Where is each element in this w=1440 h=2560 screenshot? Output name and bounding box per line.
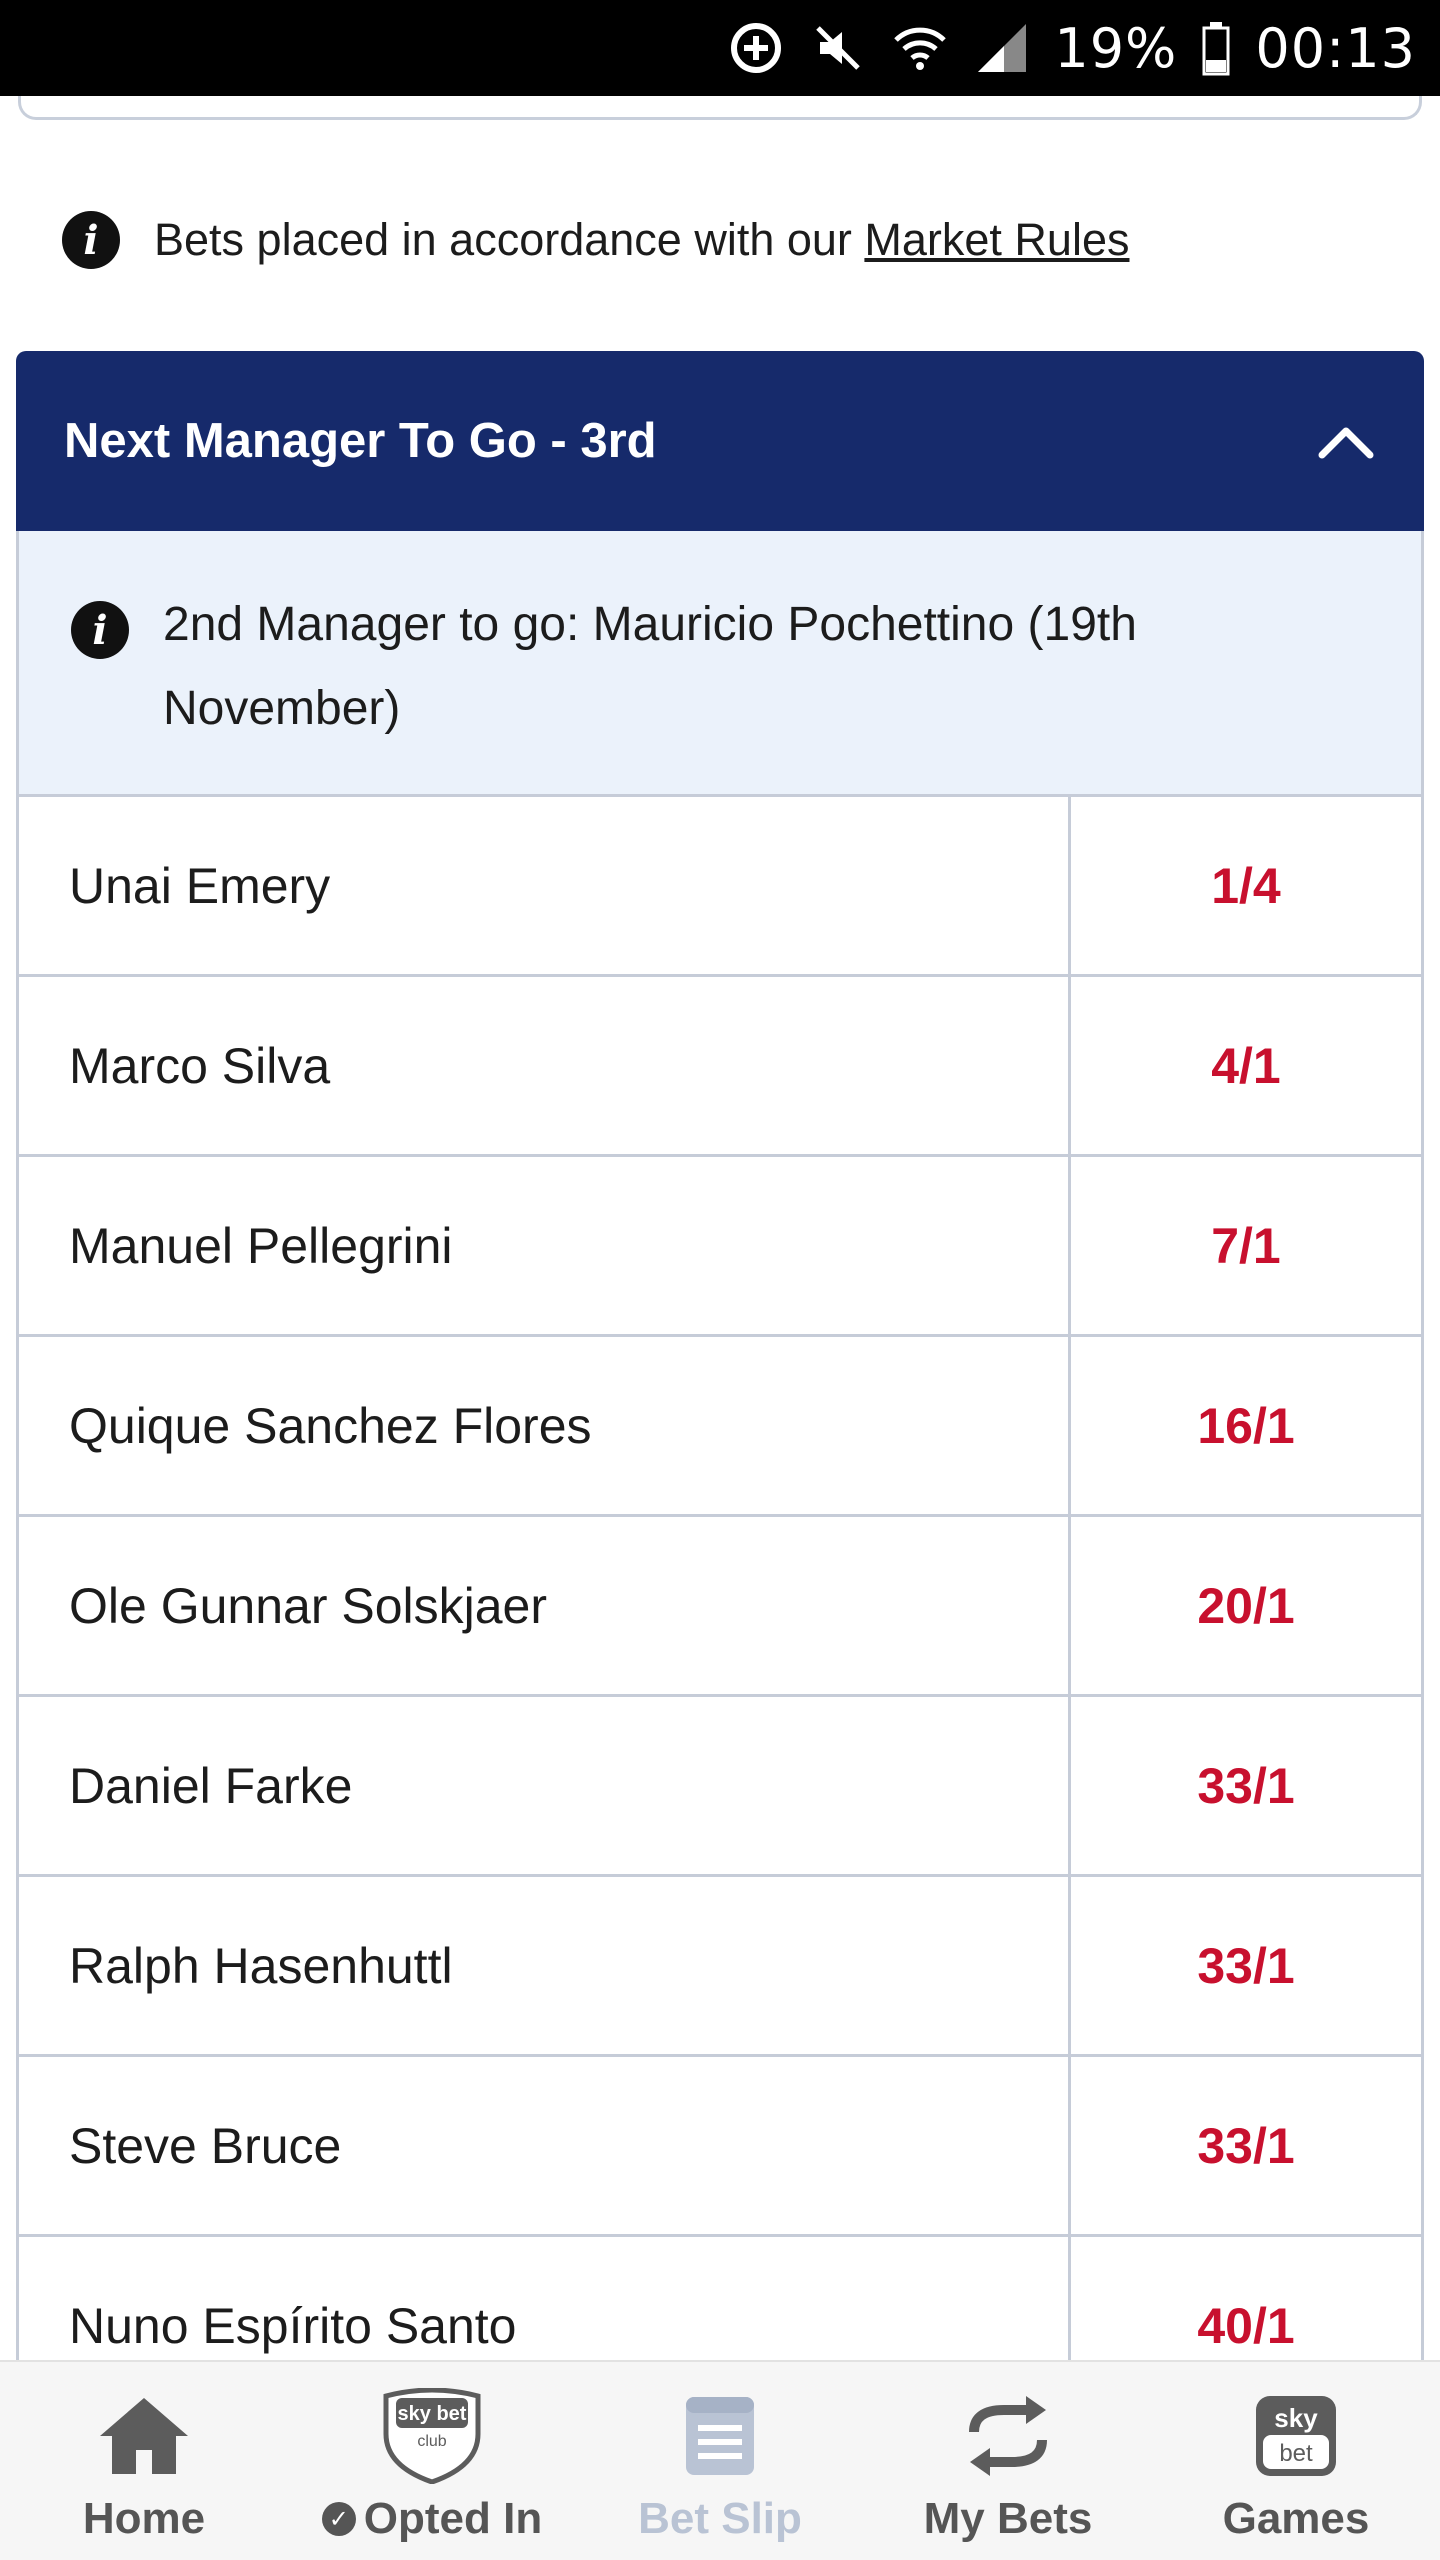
games-badge-top: sky [1274,2403,1318,2433]
bet-slip-icon [665,2386,775,2486]
market-rules-info: i Bets placed in accordance with our Mar… [62,205,1129,275]
selection-row: Unai Emery 1/4 [16,797,1424,977]
nav-home[interactable]: Home [0,2362,288,2560]
selection-name: Marco Silva [19,977,1071,1154]
status-icons: 19% 00:13 [726,0,1416,96]
chevron-up-icon[interactable] [1316,411,1376,471]
club-badge-top: sky bet [398,2403,467,2425]
selection-row: Ralph Hasenhuttl 33/1 [16,1877,1424,2057]
opted-in-text: Opted In [363,2494,543,2543]
market-note: i 2nd Manager to go: Mauricio Pochettino… [16,531,1424,797]
info-icon: i [62,211,120,269]
odds-button[interactable]: 16/1 [1071,1337,1421,1514]
market-rules-prefix: Bets placed in accordance with our [154,214,865,265]
market-title: Next Manager To Go - 3rd [64,414,657,468]
sky-bet-games-icon: sky bet [1241,2386,1351,2486]
status-bar: 19% 00:13 [0,0,1440,96]
nav-games-label: Games [1222,2494,1370,2543]
market-note-text: 2nd Manager to go: Mauricio Pochettino (… [163,598,1137,735]
nav-mybets-label: My Bets [923,2494,1093,2543]
battery-percent: 19% [1054,16,1178,80]
previous-card-edge [18,96,1422,120]
odds-button[interactable]: 4/1 [1071,977,1421,1154]
odds-button[interactable]: 33/1 [1071,1697,1421,1874]
selection-row: Marco Silva 4/1 [16,977,1424,1157]
data-saver-icon [726,18,786,78]
selection-name: Ole Gunnar Solskjaer [19,1517,1071,1694]
odds-button[interactable]: 7/1 [1071,1157,1421,1334]
battery-icon [1199,18,1233,78]
selection-name: Steve Bruce [19,2057,1071,2234]
market-rules-text: Bets placed in accordance with our Marke… [154,214,1129,266]
bottom-nav: Home sky bet club ✓ Opted In Bet Slip My… [0,2360,1440,2560]
club-badge-bottom: club [417,2433,446,2450]
market-header[interactable]: Next Manager To Go - 3rd [16,351,1424,531]
sky-bet-club-icon: sky bet club [377,2386,487,2486]
nav-home-label: Home [82,2494,206,2543]
odds-button[interactable]: 33/1 [1071,1877,1421,2054]
nav-club-label: ✓ Opted In [321,2494,543,2544]
odds-table: Unai Emery 1/4 Marco Silva 4/1 Manuel Pe… [16,797,1424,2417]
nav-betslip[interactable]: Bet Slip [576,2362,864,2560]
selection-row: Ole Gunnar Solskjaer 20/1 [16,1517,1424,1697]
nav-betslip-label: Bet Slip [638,2494,802,2543]
odds-button[interactable]: 33/1 [1071,2057,1421,2234]
selection-name: Ralph Hasenhuttl [19,1877,1071,2054]
odds-button[interactable]: 1/4 [1071,797,1421,974]
odds-button[interactable]: 20/1 [1071,1517,1421,1694]
check-icon: ✓ [321,2502,356,2536]
selection-name: Quique Sanchez Flores [19,1337,1071,1514]
refresh-arrows-icon [953,2386,1063,2486]
selection-row: Daniel Farke 33/1 [16,1697,1424,1877]
wifi-icon [890,18,950,78]
info-icon: i [71,601,129,659]
nav-club[interactable]: sky bet club ✓ Opted In [288,2362,576,2560]
selection-name: Manuel Pellegrini [19,1157,1071,1334]
mute-icon [808,18,868,78]
clock: 00:13 [1255,16,1416,80]
selection-name: Unai Emery [19,797,1071,974]
selection-name: Daniel Farke [19,1697,1071,1874]
signal-icon [972,18,1032,78]
games-badge-bottom: bet [1279,2440,1313,2467]
selection-row: Steve Bruce 33/1 [16,2057,1424,2237]
home-icon [89,2386,199,2486]
nav-mybets[interactable]: My Bets [864,2362,1152,2560]
selection-row: Manuel Pellegrini 7/1 [16,1157,1424,1337]
market-rules-link[interactable]: Market Rules [864,214,1129,265]
nav-games[interactable]: sky bet Games [1152,2362,1440,2560]
selection-row: Quique Sanchez Flores 16/1 [16,1337,1424,1517]
